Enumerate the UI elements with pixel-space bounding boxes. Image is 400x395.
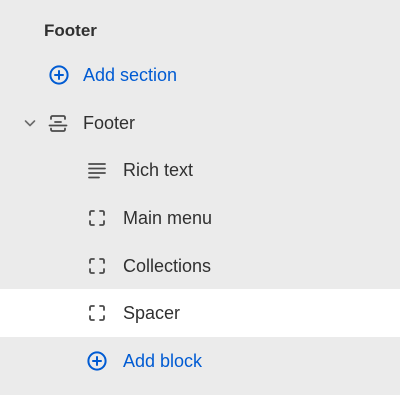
theme-editor-sidebar: Footer Add section Footer Rich text Main… bbox=[0, 0, 400, 395]
block-item-rich-text[interactable]: Rich text bbox=[0, 146, 400, 194]
footer-group-heading: Footer bbox=[44, 21, 97, 40]
block-item-label: Rich text bbox=[123, 160, 194, 180]
block-item-collections[interactable]: Collections bbox=[0, 242, 400, 290]
block-frame-icon bbox=[86, 255, 108, 277]
add-block-button[interactable]: Add block bbox=[0, 337, 400, 385]
section-item-footer[interactable]: Footer bbox=[0, 99, 400, 147]
chevron-down-icon[interactable] bbox=[22, 115, 38, 131]
add-block-label: Add block bbox=[123, 351, 203, 371]
block-frame-icon bbox=[86, 207, 108, 229]
text-lines-icon bbox=[86, 159, 108, 181]
plus-circle-icon bbox=[86, 350, 108, 372]
block-item-label: Main menu bbox=[123, 208, 213, 228]
block-item-spacer[interactable]: Spacer bbox=[0, 289, 400, 337]
plus-circle-icon bbox=[48, 64, 70, 86]
block-item-label: Spacer bbox=[123, 303, 181, 323]
section-item-footer-label: Footer bbox=[83, 113, 136, 133]
footer-section-icon bbox=[47, 112, 69, 134]
add-section-label: Add section bbox=[83, 65, 178, 85]
block-item-main-menu[interactable]: Main menu bbox=[0, 194, 400, 242]
add-section-button[interactable]: Add section bbox=[0, 51, 400, 99]
block-frame-icon bbox=[86, 302, 108, 324]
block-item-label: Collections bbox=[123, 256, 212, 276]
